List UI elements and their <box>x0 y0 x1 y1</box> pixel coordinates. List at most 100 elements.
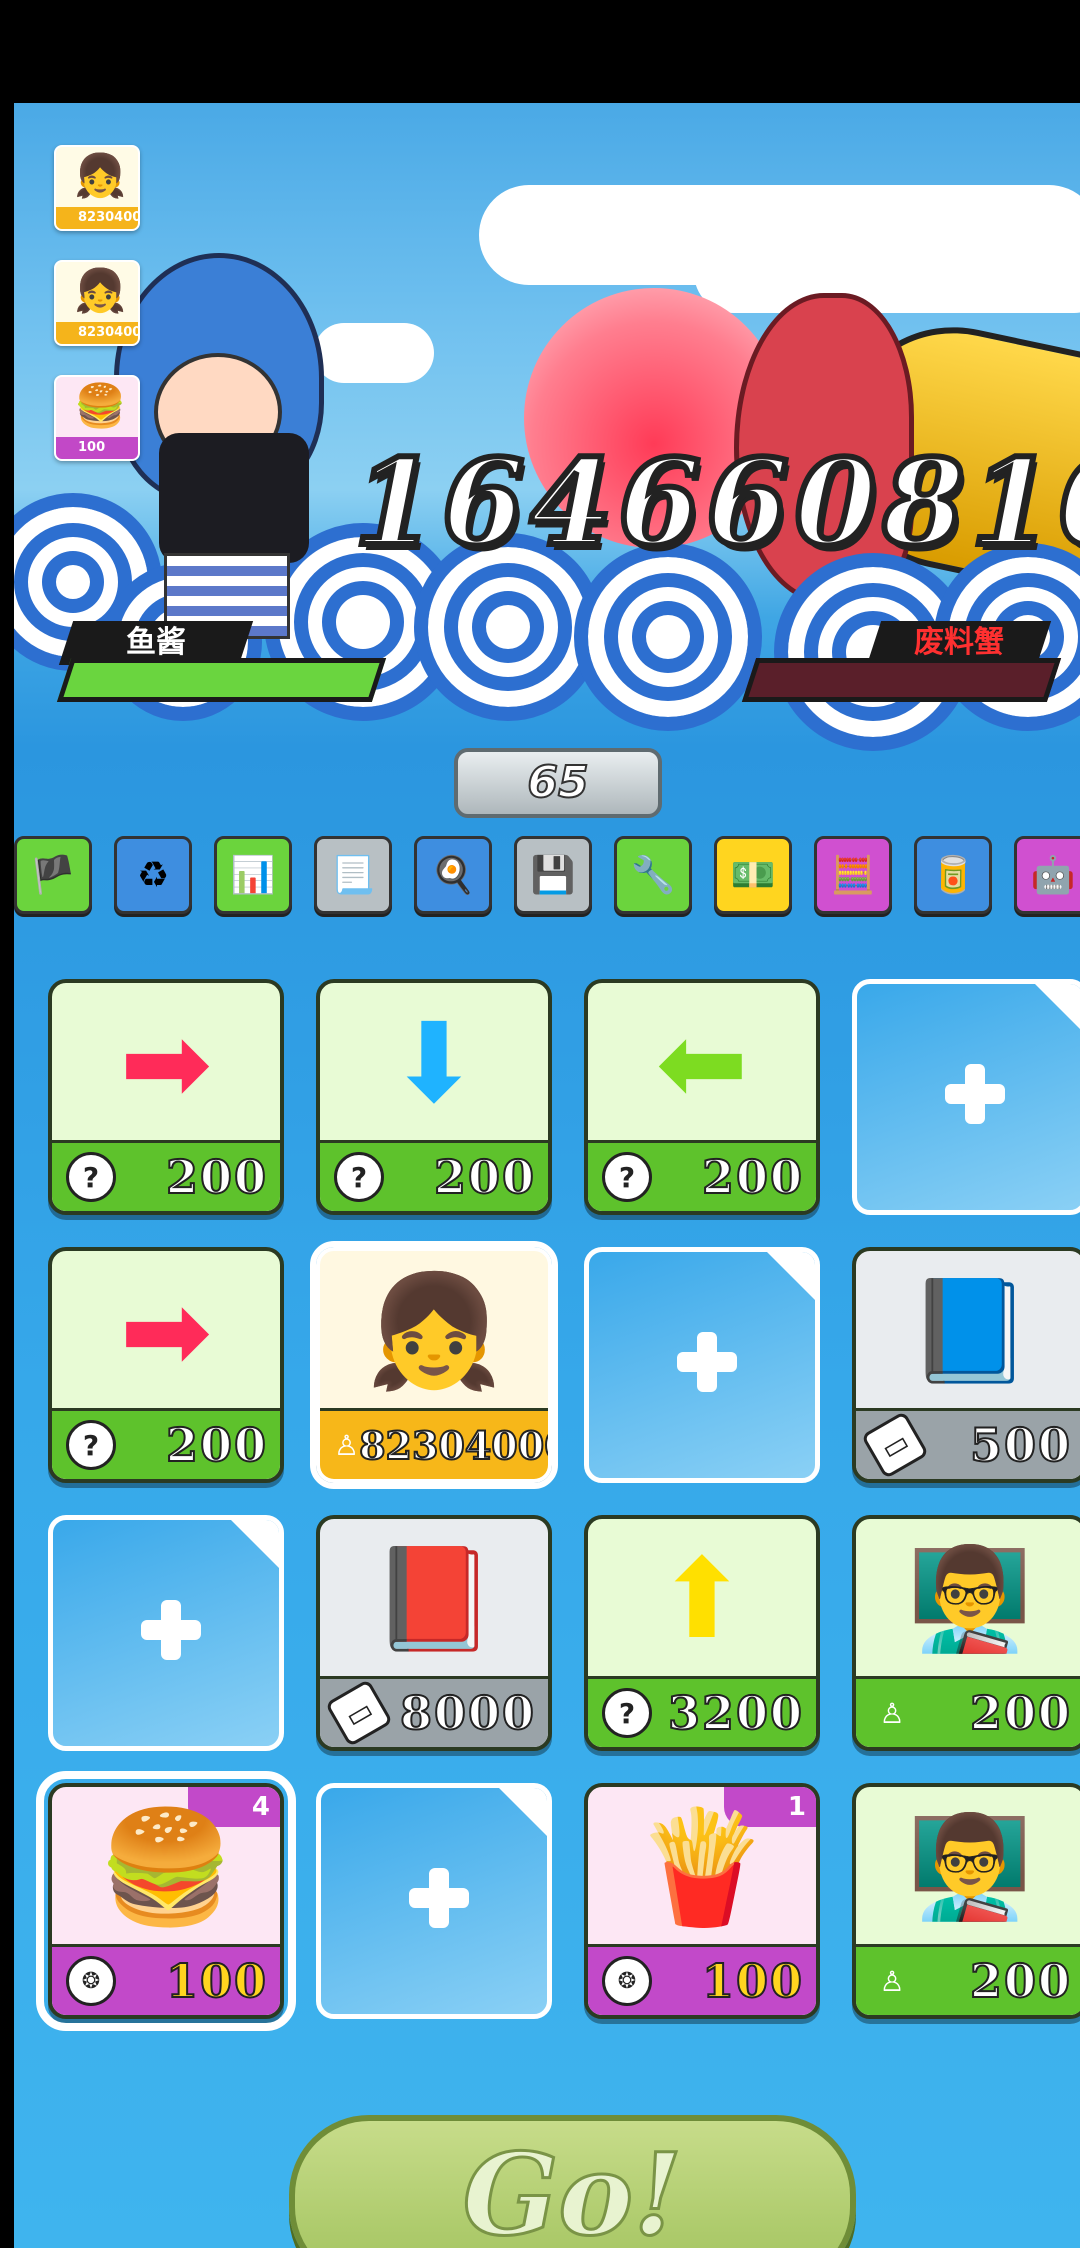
book-icon: 📕 <box>371 1540 497 1657</box>
item-chip[interactable]: 🔧 <box>614 836 692 914</box>
eraser-icon: ▭ <box>324 1678 394 1747</box>
enemy-hp-bar <box>741 658 1062 702</box>
tile-footer: ♙ 200 <box>856 1944 1080 2015</box>
shop-tile[interactable]: ⬇ ? 200 <box>316 979 552 1215</box>
tile-footer: ❂ 100 <box>52 1944 280 2015</box>
shop-tile-selected[interactable]: 4 🍔 ❂ 100 <box>36 1771 296 2031</box>
side-card[interactable]: 🍔 100 <box>54 375 140 461</box>
question-icon: ? <box>602 1152 652 1202</box>
item-chip[interactable]: 📊 <box>214 836 292 914</box>
tile-price: 200 <box>433 1149 536 1205</box>
cloud <box>694 233 1080 313</box>
bread-icon: ❂ <box>66 1956 116 2006</box>
person-icon: ♙ <box>879 1964 905 1998</box>
arrow-right-icon: ➡ <box>119 1267 213 1395</box>
fries-icon: 🍟 <box>633 1802 771 1931</box>
side-card[interactable]: 👧 82304000 <box>54 145 140 231</box>
item-chip[interactable]: 💵 <box>714 836 792 914</box>
plus-icon <box>141 1600 201 1660</box>
girl-face-icon: 👧 <box>74 266 127 315</box>
item-chip[interactable]: 🍳 <box>414 836 492 914</box>
tile-footer: ? 200 <box>52 1408 280 1479</box>
shop-tile-selected[interactable]: 👧 ♙ 82304000 <box>310 1241 558 1489</box>
tile-price: 200 <box>701 1149 804 1205</box>
question-icon: ? <box>66 1420 116 1470</box>
empty-slot[interactable] <box>48 1515 284 1751</box>
girl-face-icon: 👧 <box>365 1266 503 1395</box>
level-indicator: 65 <box>454 748 662 818</box>
plus-icon <box>945 1064 1005 1124</box>
shop-tile[interactable]: 📘 ▭ 500 <box>852 1247 1080 1483</box>
teacher-icon: 👨‍🏫 <box>907 1540 1033 1657</box>
tile-footer: ? 200 <box>588 1140 816 1211</box>
tile-footer: ▭ 8000 <box>320 1676 548 1747</box>
slot-corner <box>497 1788 547 1838</box>
girl-face-icon: 👧 <box>74 151 127 200</box>
item-chip[interactable]: 🤖 <box>1014 836 1080 914</box>
shop-tile[interactable]: 👨‍🏫 ♙ 200 <box>852 1783 1080 2019</box>
slot-corner <box>765 1252 815 1302</box>
question-icon: ? <box>602 1688 652 1738</box>
empty-slot[interactable] <box>316 1783 552 2019</box>
arrow-left-icon: ⬅ <box>655 999 749 1127</box>
tile-price: 200 <box>165 1417 268 1473</box>
book-icon: 📘 <box>907 1272 1033 1389</box>
shop-tile[interactable]: ⬅ ? 200 <box>584 979 820 1215</box>
side-card-value: 100 <box>56 437 138 459</box>
shark-hood-player <box>114 253 334 673</box>
question-icon: ? <box>334 1152 384 1202</box>
tile-price: 100 <box>165 1953 268 2009</box>
shop-tile[interactable]: ➡ ? 200 <box>48 979 284 1215</box>
item-strip[interactable]: 🏴 ♻ 📊 📃 🍳 💾 🔧 💵 🧮 🥫 🤖 <box>14 828 1080 914</box>
bread-icon: ❂ <box>602 1956 652 2006</box>
tile-price: 3200 <box>667 1685 804 1741</box>
empty-slot[interactable] <box>584 1247 820 1483</box>
tile-price: 82304000 <box>358 1422 552 1469</box>
shop-tile[interactable]: ⬆ ? 3200 <box>584 1515 820 1751</box>
tile-price: 200 <box>969 1953 1072 2009</box>
arrow-right-icon: ➡ <box>119 999 213 1127</box>
tile-footer: ? 200 <box>320 1140 548 1211</box>
shop-tile[interactable]: 📕 ▭ 8000 <box>316 1515 552 1751</box>
tile-footer: ♙ 200 <box>856 1676 1080 1747</box>
shop-tile[interactable]: 1 🍟 ❂ 100 <box>584 1783 820 2019</box>
shop-tile[interactable]: 👨‍🏫 ♙ 200 <box>852 1515 1080 1751</box>
player-hp-bar <box>56 658 387 702</box>
tile-price: 100 <box>701 1953 804 2009</box>
tile-price: 8000 <box>399 1685 536 1741</box>
tile-footer: ▭ 500 <box>856 1408 1080 1479</box>
item-chip[interactable]: 💾 <box>514 836 592 914</box>
item-chip[interactable]: 🧮 <box>814 836 892 914</box>
question-icon: ? <box>66 1152 116 1202</box>
tile-footer: ♙ 82304000 <box>320 1408 548 1479</box>
tile-footer: ? 200 <box>52 1140 280 1211</box>
tile-price: 200 <box>969 1685 1072 1741</box>
slot-corner <box>229 1520 279 1570</box>
arrow-down-icon: ⬇ <box>387 999 481 1127</box>
empty-slot[interactable] <box>852 979 1080 1215</box>
player-scarf <box>159 433 309 563</box>
side-card[interactable]: 👧 82304000 <box>54 260 140 346</box>
person-icon: ♙ <box>334 1428 360 1462</box>
arrow-up-icon: ⬆ <box>655 1535 749 1663</box>
side-card-value: 82304000 <box>56 322 138 344</box>
tile-footer: ❂ 100 <box>588 1944 816 2015</box>
item-chip[interactable]: 📃 <box>314 836 392 914</box>
item-chip[interactable]: ♻ <box>114 836 192 914</box>
plus-icon <box>409 1868 469 1928</box>
side-card-value: 82304000 <box>56 207 138 229</box>
item-chip[interactable]: 🥫 <box>914 836 992 914</box>
go-button[interactable]: Go! <box>289 2115 856 2248</box>
teacher-icon: 👨‍🏫 <box>907 1808 1033 1925</box>
person-icon: ♙ <box>879 1696 905 1730</box>
tile-footer: ? 3200 <box>588 1676 816 1747</box>
damage-number: 1646608100 <box>351 430 1080 575</box>
eraser-icon: ▭ <box>860 1410 930 1479</box>
item-chip[interactable]: 🏴 <box>14 836 92 914</box>
tile-price: 200 <box>165 1149 268 1205</box>
game-viewport: 👧 82304000 👧 82304000 🍔 100 1646608100 鱼… <box>14 103 1080 2248</box>
plus-icon <box>677 1332 737 1392</box>
shop-tile[interactable]: ➡ ? 200 <box>48 1247 284 1483</box>
slot-corner <box>1033 984 1080 1034</box>
burger-icon: 🍔 <box>74 381 127 430</box>
